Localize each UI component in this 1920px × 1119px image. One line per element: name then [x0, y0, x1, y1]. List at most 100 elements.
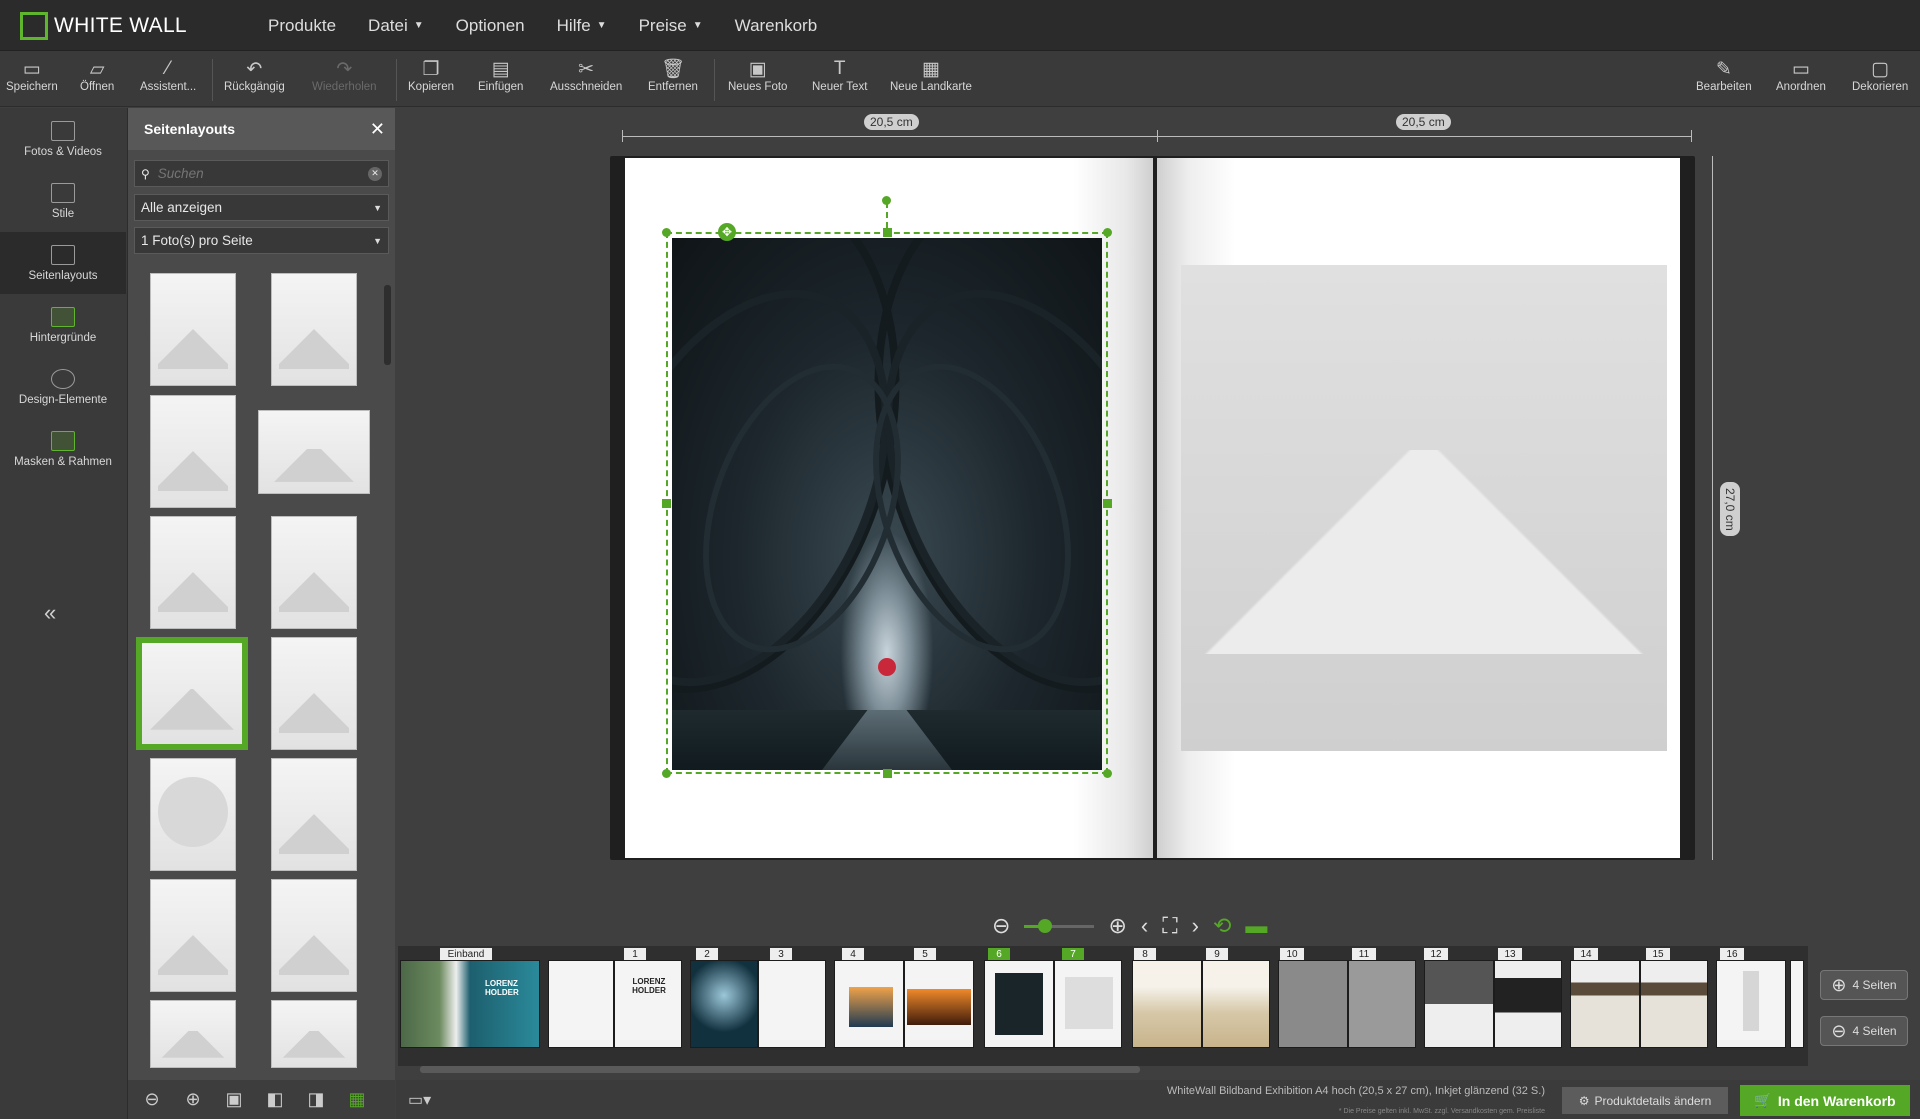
- filmstrip-scrollbar[interactable]: [420, 1066, 1140, 1073]
- open-button[interactable]: ▱ Öffnen: [80, 57, 114, 94]
- layout-thumbnail[interactable]: [150, 273, 236, 386]
- resize-handle[interactable]: [1103, 769, 1112, 778]
- panel-scrollbar[interactable]: [384, 285, 391, 365]
- layout-view-2-icon[interactable]: ◧: [263, 1089, 287, 1110]
- layout-thumbnail-selected[interactable]: [136, 637, 248, 750]
- resize-handle[interactable]: [662, 228, 671, 237]
- layout-thumbnail[interactable]: [150, 1000, 236, 1068]
- photos-per-page-select[interactable]: 1 Foto(s) pro Seite ▼: [134, 227, 389, 254]
- undo-button[interactable]: ↶ Rückgängig: [224, 57, 285, 94]
- layout-thumbnail[interactable]: [150, 395, 236, 508]
- page-thumbnail[interactable]: [1570, 960, 1640, 1048]
- menu-warenkorb[interactable]: Warenkorb: [735, 16, 818, 36]
- layout-thumbnail[interactable]: [271, 758, 357, 871]
- decorate-button[interactable]: ▢ Dekorieren: [1852, 57, 1908, 94]
- nav-design-elemente[interactable]: Design-Elemente: [0, 356, 126, 418]
- product-details-button[interactable]: ⚙ Produktdetails ändern: [1562, 1087, 1728, 1114]
- collapse-sidebar-icon[interactable]: «: [44, 600, 56, 626]
- page-thumbnail[interactable]: [758, 960, 826, 1048]
- page-thumbnail-selected[interactable]: [984, 960, 1054, 1048]
- clear-search-icon[interactable]: ✕: [368, 166, 382, 181]
- nav-hintergruende[interactable]: Hintergründe: [0, 294, 126, 356]
- zoom-in-icon[interactable]: ⊕: [181, 1089, 205, 1110]
- layout-thumbnail[interactable]: [258, 410, 370, 494]
- selection-frame[interactable]: ✥: [662, 196, 1112, 778]
- next-page-icon[interactable]: ›: [1192, 913, 1199, 939]
- layout-view-1-icon[interactable]: ▣: [222, 1089, 246, 1110]
- page-thumbnail[interactable]: [1424, 960, 1494, 1048]
- page-thumbnail[interactable]: [1494, 960, 1562, 1048]
- layout-thumbnail[interactable]: [150, 516, 236, 629]
- remove-button[interactable]: 🗑 Entfernen: [648, 57, 698, 93]
- layout-view-4-icon[interactable]: ▦: [345, 1089, 369, 1110]
- rotate-handle[interactable]: [882, 196, 891, 205]
- nav-fotos-videos[interactable]: Fotos & Videos: [0, 108, 126, 170]
- search-field[interactable]: ⚲ ✕: [134, 160, 389, 187]
- page-thumbnail[interactable]: [1790, 960, 1804, 1048]
- edit-button[interactable]: ✎ Bearbeiten: [1696, 57, 1752, 94]
- page-thumbnail[interactable]: [1278, 960, 1348, 1048]
- layout-view-3-icon[interactable]: ◨: [304, 1089, 328, 1110]
- close-icon[interactable]: ✕: [370, 119, 385, 140]
- resize-handle[interactable]: [883, 228, 892, 237]
- page-thumbnail[interactable]: [1716, 960, 1786, 1048]
- zoom-slider[interactable]: [1024, 918, 1095, 933]
- zoom-in-icon[interactable]: ⊕: [1108, 913, 1126, 939]
- page-thumbnail[interactable]: [1640, 960, 1708, 1048]
- page-thumbnail[interactable]: LORENZ HOLDER: [614, 960, 682, 1048]
- layout-thumbnail[interactable]: [271, 637, 357, 750]
- nav-seitenlayouts[interactable]: Seitenlayouts: [0, 232, 126, 294]
- page-thumbnail[interactable]: [548, 960, 614, 1048]
- page-thumbnail[interactable]: [1202, 960, 1270, 1048]
- resize-handle[interactable]: [662, 499, 671, 508]
- cut-button[interactable]: ✂ Ausschneiden: [550, 57, 622, 94]
- spread-view-icon[interactable]: ▬: [1245, 913, 1267, 939]
- paste-button[interactable]: ▤ Einfügen: [478, 57, 523, 94]
- layout-thumbnail[interactable]: [150, 879, 236, 992]
- add-to-cart-button[interactable]: 🛒 In den Warenkorb: [1740, 1085, 1910, 1116]
- page-thumbnail[interactable]: [904, 960, 974, 1048]
- fit-to-screen-icon[interactable]: ⛶: [1162, 913, 1177, 939]
- redo-button[interactable]: ↷ Wiederholen: [312, 57, 377, 94]
- zoom-out-icon[interactable]: ⊖: [992, 913, 1010, 939]
- move-icon[interactable]: ✥: [718, 223, 736, 241]
- menu-optionen[interactable]: Optionen: [456, 16, 525, 36]
- resize-handle[interactable]: [883, 769, 892, 778]
- search-input[interactable]: [157, 166, 358, 181]
- resize-handle[interactable]: [1103, 499, 1112, 508]
- layout-thumbnail[interactable]: [271, 879, 357, 992]
- menu-datei[interactable]: Datei ▼: [368, 16, 424, 36]
- nav-stile[interactable]: Stile: [0, 170, 126, 232]
- page-thumbnail[interactable]: [690, 960, 758, 1048]
- assistant-button[interactable]: ⁄ Assistent...: [140, 57, 196, 93]
- copy-button[interactable]: ❐ Kopieren: [408, 57, 454, 94]
- nav-masken-rahmen[interactable]: Masken & Rahmen: [0, 418, 126, 480]
- layout-thumbnail[interactable]: [271, 273, 357, 386]
- page-thumbnail-selected[interactable]: [1054, 960, 1122, 1048]
- layout-thumbnail[interactable]: [271, 516, 357, 629]
- arrange-button[interactable]: ▭ Anordnen: [1776, 57, 1826, 94]
- save-button[interactable]: ▭ Speichern: [6, 57, 58, 94]
- cover-thumbnail[interactable]: LORENZ HOLDER: [400, 960, 540, 1048]
- menu-preise[interactable]: Preise ▼: [639, 16, 703, 36]
- page-view-icon[interactable]: ▭▾: [408, 1090, 431, 1110]
- layout-thumbnail-circle[interactable]: [150, 758, 236, 871]
- photo-placeholder[interactable]: [1181, 265, 1667, 751]
- layout-thumbnail[interactable]: [271, 1000, 357, 1068]
- zoom-out-icon[interactable]: ⊖: [140, 1089, 164, 1110]
- page-thumbnail[interactable]: [1132, 960, 1202, 1048]
- remove-pages-button[interactable]: ⊖ 4 Seiten: [1820, 1016, 1908, 1046]
- resize-handle[interactable]: [1103, 228, 1112, 237]
- menu-hilfe[interactable]: Hilfe ▼: [557, 16, 607, 36]
- new-text-button[interactable]: T Neuer Text: [812, 57, 867, 93]
- add-pages-button[interactable]: ⊕ 4 Seiten: [1820, 970, 1908, 1000]
- resize-handle[interactable]: [662, 769, 671, 778]
- page-thumbnail[interactable]: [834, 960, 904, 1048]
- new-map-button[interactable]: ▦ Neue Landkarte: [890, 57, 972, 94]
- menu-produkte[interactable]: Produkte: [268, 16, 336, 36]
- page-thumbnail[interactable]: [1348, 960, 1416, 1048]
- previous-page-icon[interactable]: ‹: [1141, 913, 1148, 939]
- rotate-view-icon[interactable]: ⟲: [1213, 913, 1231, 939]
- filter-select[interactable]: Alle anzeigen ▼: [134, 194, 389, 221]
- whitewall-logo[interactable]: WHITE WALL: [20, 11, 187, 41]
